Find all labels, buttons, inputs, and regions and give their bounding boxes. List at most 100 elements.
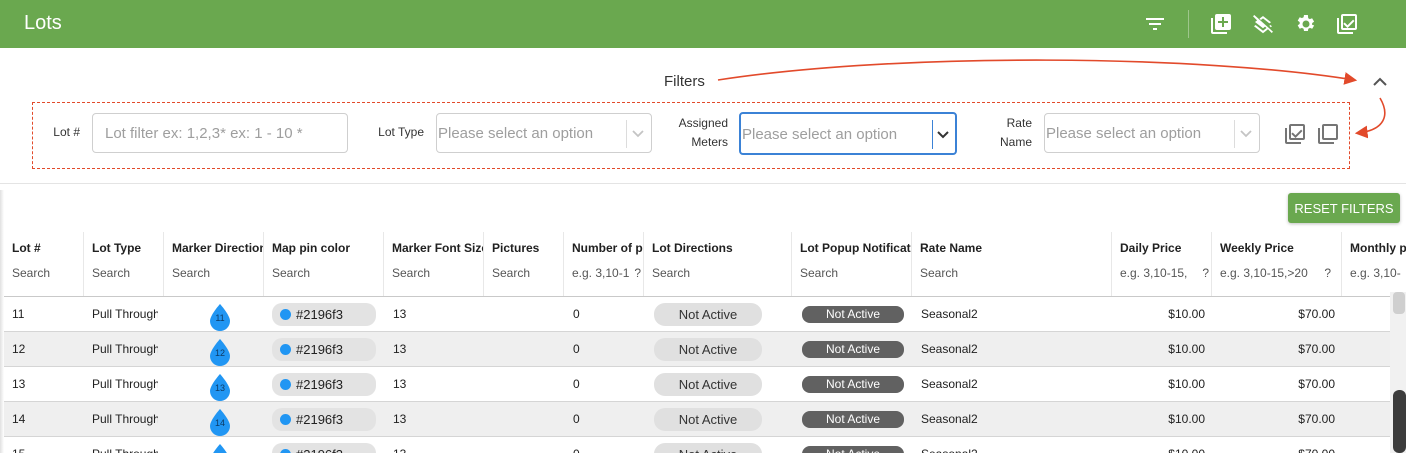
column-search-input[interactable]: e.g. 3,10-15,>20 bbox=[1220, 266, 1308, 280]
chevron-down-icon bbox=[1240, 130, 1252, 138]
column-search-input[interactable]: Search bbox=[492, 266, 530, 280]
select-all-checkbox-icon[interactable] bbox=[1283, 122, 1307, 146]
column-search-input[interactable]: e.g. 3,10-1 bbox=[572, 266, 629, 280]
lot-directions-status-chip[interactable]: Not Active bbox=[654, 373, 762, 396]
pin-color-chip: #2196f3 bbox=[272, 303, 376, 326]
column-header-monthly-price[interactable]: Monthly p e.g. 3,10- bbox=[1342, 232, 1406, 296]
column-header-map-pin-color[interactable]: Map pin color Search bbox=[264, 232, 384, 296]
cell-daily-price: $10.00 bbox=[1168, 412, 1205, 426]
app-bar: Lots bbox=[0, 0, 1406, 48]
scrollbar-thumb[interactable] bbox=[1393, 390, 1406, 453]
cell-lot-type: Pull Through bbox=[92, 342, 158, 356]
column-search-input[interactable]: Search bbox=[392, 266, 430, 280]
pin-color-chip: #2196f3 bbox=[272, 338, 376, 361]
column-title: Lot Directions bbox=[652, 241, 733, 255]
lot-directions-status-chip[interactable]: Not Active bbox=[654, 338, 762, 361]
cell-daily-price: $10.00 bbox=[1168, 377, 1205, 391]
add-box-icon[interactable] bbox=[1209, 12, 1233, 36]
lot-type-select[interactable]: Please select an option bbox=[436, 113, 652, 153]
pin-color-chip: #2196f3 bbox=[272, 408, 376, 431]
column-header-marker-font-size[interactable]: Marker Font Size Search bbox=[384, 232, 484, 296]
column-header-rate-name[interactable]: Rate Name Search bbox=[912, 232, 1112, 296]
column-header-daily-price[interactable]: Daily Price e.g. 3,10-15, ? bbox=[1112, 232, 1212, 296]
table-row[interactable]: 13 Pull Through 13 #2196f3 13 0 Not Acti… bbox=[4, 367, 1390, 402]
cell-rate-name: Seasonal2 bbox=[921, 437, 1071, 453]
column-search-input[interactable]: Search bbox=[920, 266, 958, 280]
check-box-icon[interactable] bbox=[1335, 12, 1359, 36]
column-search-input[interactable]: Search bbox=[12, 266, 50, 280]
cell-font-size: 13 bbox=[393, 307, 407, 321]
popup-notification-status-chip[interactable]: Not Active bbox=[802, 446, 904, 453]
settings-icon[interactable] bbox=[1293, 12, 1317, 36]
column-search-input[interactable]: Search bbox=[172, 266, 210, 280]
help-icon[interactable]: ? bbox=[1324, 266, 1331, 280]
help-icon[interactable]: ? bbox=[634, 266, 641, 280]
cell-lot-type: Pull Through bbox=[92, 437, 158, 453]
table-row[interactable]: 14 Pull Through 14 #2196f3 13 0 Not Acti… bbox=[4, 402, 1390, 437]
select-separator bbox=[1234, 120, 1235, 148]
lot-directions-status-chip[interactable]: Not Active bbox=[654, 408, 762, 431]
cell-font-size: 13 bbox=[393, 412, 407, 426]
column-search-input[interactable]: Search bbox=[800, 266, 838, 280]
color-swatch bbox=[280, 309, 291, 320]
map-pin-marker-icon: 11 bbox=[206, 303, 234, 331]
column-search-input[interactable]: e.g. 3,10-15, bbox=[1120, 266, 1187, 280]
lot-filter-input[interactable] bbox=[92, 113, 348, 153]
column-header-weekly-price[interactable]: Weekly Price e.g. 3,10-15,>20 ? bbox=[1212, 232, 1342, 296]
popup-notification-status-chip[interactable]: Not Active bbox=[802, 376, 904, 393]
column-header-lot-directions[interactable]: Lot Directions Search bbox=[644, 232, 792, 296]
column-search-input[interactable]: e.g. 3,10- bbox=[1350, 266, 1401, 280]
assigned-meters-label-line2: Meters bbox=[691, 135, 728, 149]
cell-lot-type: Pull Through bbox=[92, 307, 158, 321]
popup-notification-status-chip[interactable]: Not Active bbox=[802, 411, 904, 428]
cell-font-size: 13 bbox=[393, 437, 453, 453]
reset-filters-button[interactable]: RESET FILTERS bbox=[1288, 193, 1400, 223]
column-search-input[interactable]: Search bbox=[272, 266, 310, 280]
column-search-input[interactable]: Search bbox=[652, 266, 690, 280]
cell-daily-price: $10.00 bbox=[1168, 342, 1205, 356]
map-pin-marker-icon: 14 bbox=[206, 408, 234, 436]
table-row[interactable]: 11 Pull Through 11 #2196f3 13 0 Not Acti… bbox=[4, 297, 1390, 332]
help-icon[interactable]: ? bbox=[1202, 266, 1209, 280]
table-row[interactable]: 12 Pull Through 12 #2196f3 13 0 Not Acti… bbox=[4, 332, 1390, 367]
filter-list-icon[interactable] bbox=[1143, 12, 1167, 36]
rate-name-label: Rate Name bbox=[980, 114, 1032, 152]
chevron-up-icon[interactable] bbox=[1370, 72, 1390, 92]
assigned-meters-label: Assigned Meters bbox=[660, 114, 728, 152]
layers-off-icon[interactable] bbox=[1251, 12, 1275, 36]
assigned-meters-select[interactable]: Please select an option bbox=[739, 112, 957, 155]
cell-lot-type: Pull Through bbox=[92, 377, 158, 391]
deselect-all-checkbox-icon[interactable] bbox=[1316, 122, 1340, 146]
cell-daily-price: $10.00 bbox=[1112, 437, 1205, 453]
column-header-lot-popup-notification[interactable]: Lot Popup Notification Search bbox=[792, 232, 912, 296]
chevron-down-icon bbox=[937, 131, 949, 139]
marker-number: 13 bbox=[214, 383, 225, 393]
lot-type-placeholder: Please select an option bbox=[438, 125, 594, 142]
cell-weekly-price: $70.00 bbox=[1298, 377, 1335, 391]
column-header-number-of-people[interactable]: Number of p e.g. 3,10-1 ? bbox=[564, 232, 644, 296]
toolbar-divider bbox=[1188, 10, 1189, 38]
column-title: Weekly Price bbox=[1220, 241, 1294, 255]
column-header-lot-type[interactable]: Lot Type Search bbox=[84, 232, 164, 296]
color-swatch bbox=[280, 379, 291, 390]
lot-directions-status-chip[interactable]: Not Active bbox=[654, 443, 762, 453]
cell-number-of-people: 0 bbox=[573, 342, 580, 356]
page-title: Lots bbox=[24, 12, 62, 34]
scroll-up-button[interactable] bbox=[1393, 292, 1405, 314]
cell-number-of-people: 0 bbox=[573, 412, 580, 426]
cell-lot: 15 bbox=[12, 437, 80, 453]
popup-notification-status-chip[interactable]: Not Active bbox=[802, 306, 904, 323]
table-row[interactable]: 15 Pull Through 15 #2196f3 13 0 Not Acti… bbox=[4, 437, 1390, 453]
cell-number-of-people: 0 bbox=[573, 437, 613, 453]
column-search-input[interactable]: Search bbox=[92, 266, 130, 280]
pin-color-value: #2196f3 bbox=[296, 342, 343, 357]
column-header-marker-direction[interactable]: Marker Direction Search bbox=[164, 232, 264, 296]
popup-notification-status-chip[interactable]: Not Active bbox=[802, 341, 904, 358]
lot-directions-status-chip[interactable]: Not Active bbox=[654, 303, 762, 326]
column-title: Rate Name bbox=[920, 241, 983, 255]
pin-color-chip: #2196f3 bbox=[272, 443, 376, 453]
column-header-pictures[interactable]: Pictures Search bbox=[484, 232, 564, 296]
column-title: Map pin color bbox=[272, 241, 350, 255]
rate-name-select[interactable]: Please select an option bbox=[1044, 113, 1260, 153]
column-header-lot[interactable]: Lot # Search bbox=[4, 232, 84, 296]
